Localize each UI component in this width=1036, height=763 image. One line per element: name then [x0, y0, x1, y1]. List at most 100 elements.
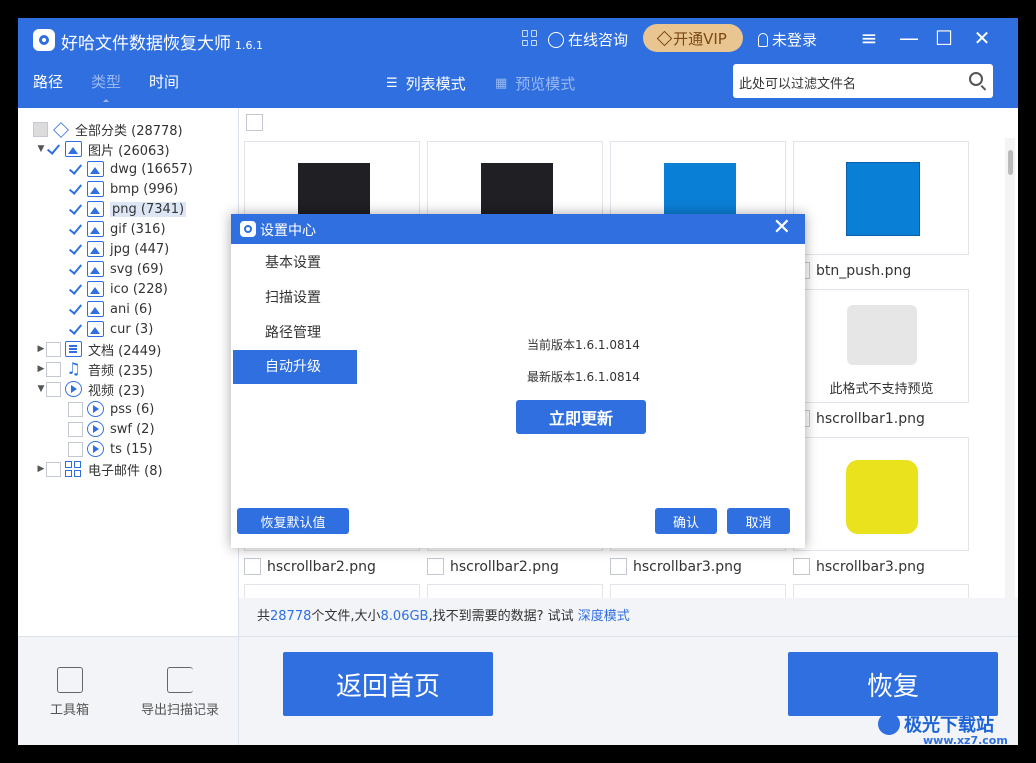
checkbox[interactable]: [46, 461, 61, 477]
file-tile[interactable]: [793, 141, 969, 255]
tree-item[interactable]: png (7341): [68, 199, 187, 219]
vertical-scrollbar[interactable]: [1005, 138, 1015, 633]
file-name[interactable]: hscrollbar3.png: [793, 558, 925, 575]
tab-path[interactable]: 路径: [33, 71, 63, 92]
grid-icon[interactable]: [522, 30, 538, 46]
chat-icon: [548, 31, 564, 48]
reset-defaults-button[interactable]: 恢复默认值: [237, 508, 349, 534]
file-tile[interactable]: [427, 584, 603, 598]
online-consult-button[interactable]: 在线咨询: [548, 29, 628, 50]
file-name[interactable]: btn_push.png: [793, 262, 911, 279]
checkbox[interactable]: [793, 558, 810, 575]
tree-item[interactable]: swf (2): [68, 419, 155, 439]
export-scan-record-button[interactable]: 导出扫描记录: [141, 667, 219, 718]
checkbox[interactable]: [68, 202, 83, 217]
menu-path-management[interactable]: 路径管理: [233, 316, 357, 350]
checkbox[interactable]: [68, 421, 83, 437]
checkbox[interactable]: [68, 282, 83, 297]
maximize-icon[interactable]: ☐: [932, 26, 956, 50]
checkbox[interactable]: [46, 341, 61, 357]
scrollbar-thumb[interactable]: [1008, 150, 1013, 175]
update-now-button[interactable]: 立即更新: [516, 400, 646, 434]
confirm-button[interactable]: 确认: [655, 508, 717, 534]
checkbox[interactable]: [68, 222, 83, 237]
tab-time[interactable]: 时间: [149, 71, 179, 92]
diamond-icon: [656, 30, 673, 46]
checkbox[interactable]: [46, 142, 61, 157]
checkbox[interactable]: [244, 558, 261, 575]
menu-auto-upgrade[interactable]: 自动升级: [233, 350, 357, 384]
export-icon: [167, 667, 193, 693]
expand-arrow-icon[interactable]: ▶: [36, 364, 46, 374]
cancel-button[interactable]: 取消: [727, 508, 790, 534]
settings-dialog: 设置中心 ✕ 基本设置 扫描设置 路径管理 自动升级 当前版本1.6.1.081…: [231, 214, 805, 548]
expand-arrow-icon[interactable]: ▶: [36, 344, 46, 354]
tree-item-video[interactable]: ▼ 视频 (23): [36, 379, 145, 399]
login-button[interactable]: 未登录: [758, 29, 817, 50]
tree-item[interactable]: gif (316): [68, 219, 166, 239]
expand-arrow-icon[interactable]: ▶: [36, 464, 46, 474]
status-bar: 共28778个文件,大小8.06GB,找不到需要的数据? 试试 深度模式: [239, 598, 1018, 636]
menu-scan-settings[interactable]: 扫描设置: [233, 281, 357, 315]
deep-mode-link[interactable]: 深度模式: [578, 609, 630, 624]
checkbox[interactable]: [427, 558, 444, 575]
checkbox[interactable]: [68, 262, 83, 277]
close-icon[interactable]: ✕: [970, 26, 994, 50]
back-home-button[interactable]: 返回首页: [283, 652, 493, 716]
video-icon: [87, 441, 104, 457]
file-name[interactable]: hscrollbar1.png: [793, 410, 925, 427]
toolbox-button[interactable]: 工具箱: [50, 667, 89, 718]
tree-item[interactable]: svg (69): [68, 259, 164, 279]
tree-item[interactable]: ts (15): [68, 439, 153, 459]
no-preview-placeholder: 此格式不支持预览: [809, 295, 954, 397]
checkbox[interactable]: [68, 242, 83, 257]
checkbox[interactable]: [68, 401, 83, 417]
file-tile[interactable]: [244, 584, 420, 598]
tree-root[interactable]: 全部分类 (28778): [23, 119, 183, 139]
tree-item-images[interactable]: ▼ 图片 (26063): [36, 139, 170, 159]
tree-item[interactable]: ico (228): [68, 279, 168, 299]
tree-item[interactable]: dwg (16657): [68, 159, 193, 179]
image-icon: [87, 321, 104, 337]
tree-item-audio[interactable]: ▶ ♫ 音频 (235): [36, 359, 154, 379]
expand-arrow-icon[interactable]: ▼: [36, 384, 46, 394]
search-input[interactable]: 此处可以过滤文件名: [733, 64, 993, 98]
menu-icon[interactable]: ≡: [857, 26, 881, 50]
tree-item[interactable]: cur (3): [68, 319, 153, 339]
tree-item[interactable]: bmp (996): [68, 179, 178, 199]
checkbox[interactable]: [68, 162, 83, 177]
file-name[interactable]: hscrollbar3.png: [610, 558, 742, 575]
checkbox[interactable]: [68, 322, 83, 337]
close-icon[interactable]: ✕: [773, 216, 791, 240]
expand-arrow-icon[interactable]: ▼: [36, 144, 46, 154]
file-name[interactable]: hscrollbar2.png: [244, 558, 376, 575]
menu-basic-settings[interactable]: 基本设置: [233, 246, 357, 280]
file-tile[interactable]: [793, 437, 969, 551]
tab-type[interactable]: 类型: [91, 71, 121, 102]
tree-item[interactable]: jpg (447): [68, 239, 169, 259]
tree-item[interactable]: ani (6): [68, 299, 152, 319]
preview-mode-button[interactable]: ▦ 预览模式: [495, 73, 575, 94]
checkbox[interactable]: [46, 361, 61, 377]
checkbox[interactable]: [46, 381, 61, 397]
checkbox[interactable]: [68, 182, 83, 197]
recover-button[interactable]: 恢复: [788, 652, 998, 716]
file-tile[interactable]: [610, 584, 786, 598]
checkbox[interactable]: [68, 441, 83, 457]
tree-item[interactable]: pss (6): [68, 399, 154, 419]
file-tile[interactable]: 此格式不支持预览: [793, 289, 969, 403]
image-icon: [87, 261, 104, 277]
checkbox[interactable]: [610, 558, 627, 575]
checkbox[interactable]: [68, 302, 83, 317]
file-tile[interactable]: [793, 584, 969, 598]
search-icon[interactable]: [969, 72, 983, 86]
checkbox[interactable]: [33, 121, 48, 137]
tree-item-documents[interactable]: ▶ 文档 (2449): [36, 339, 161, 359]
select-all-checkbox[interactable]: [246, 114, 263, 131]
minimize-icon[interactable]: —: [897, 26, 921, 50]
file-name[interactable]: hscrollbar2.png: [427, 558, 559, 575]
list-mode-button[interactable]: ☰ 列表模式: [386, 73, 466, 94]
document-icon: [65, 341, 82, 357]
vip-button[interactable]: 开通VIP: [643, 24, 743, 52]
tree-item-email[interactable]: ▶ 电子邮件 (8): [36, 459, 163, 479]
